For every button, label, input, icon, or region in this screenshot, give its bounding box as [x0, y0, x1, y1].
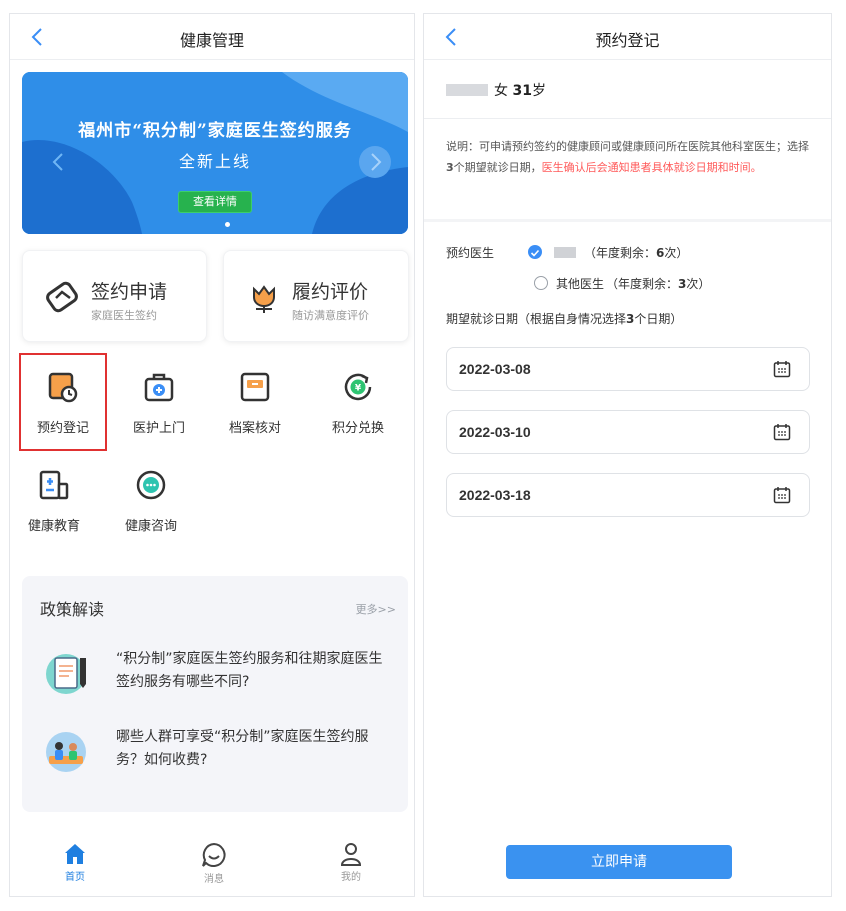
calendar-icon[interactable] — [773, 486, 791, 504]
policy-text: “积分制”家庭医生签约服务和往期家庭医生签约服务有哪些不同? — [116, 651, 383, 690]
tab-home[interactable]: 首页 — [45, 842, 105, 883]
tab-label: 首页 — [65, 872, 85, 883]
people-illustration-icon — [46, 732, 86, 772]
doctor-option-2[interactable]: 其他医生 （年度剩余：3次） — [556, 275, 710, 292]
redacted-doctor-name — [554, 247, 576, 258]
grid-item-points-exchange[interactable]: ¥ 积分兑换 — [313, 371, 403, 436]
date-value: 2022-03-08 — [459, 361, 531, 377]
note-warning: 医生确认后会通知患者具体就诊日期和时间。 — [541, 161, 762, 174]
home-icon — [65, 844, 85, 864]
policy-text: 哪些人群可享受“积分制”家庭医生签约服务？如何收费? — [116, 729, 369, 768]
page-title: 预约登记 — [595, 31, 660, 50]
grid-label: 积分兑换 — [331, 421, 384, 436]
date-value: 2022-03-10 — [459, 424, 531, 440]
quota-text: 次） — [686, 277, 711, 291]
tab-label: 我的 — [341, 872, 361, 883]
message-icon — [202, 842, 226, 867]
date-field-3[interactable]: 2022-03-18 — [446, 473, 810, 517]
banner-title: 福州市“积分制”家庭医生签约服务 — [78, 121, 352, 141]
divider — [424, 118, 831, 119]
tab-mine[interactable]: 我的 — [321, 842, 381, 883]
user-icon — [340, 843, 362, 866]
view-details-button[interactable]: 查看详情 — [178, 191, 252, 213]
points-exchange-icon: ¥ — [344, 373, 372, 401]
medical-kit-icon — [144, 373, 174, 402]
calendar-icon[interactable] — [773, 360, 791, 378]
other-doctor-label: 其他医生 — [556, 277, 605, 291]
patient-gender: 女 — [494, 83, 508, 99]
policy-section: 政策解读 更多>> “积分制”家庭医生签约服务和往期家庭医生签约服务有哪些不同?… — [22, 576, 408, 812]
radio-other-doctor[interactable] — [534, 276, 548, 290]
grid-label: 健康咨询 — [124, 519, 177, 534]
date-label-text: 期望就诊日期（根据自身情况选择 — [446, 312, 627, 326]
doctor-option-1[interactable]: （年度剩余：6次） — [554, 244, 688, 261]
card-subtitle: 家庭医生签约 — [91, 309, 157, 322]
policy-item[interactable]: “积分制”家庭医生签约服务和往期家庭医生签约服务有哪些不同? — [42, 648, 398, 698]
banner-indicator-dot — [225, 222, 230, 227]
note-count: 3 — [446, 161, 454, 174]
date-field-1[interactable]: 2022-03-08 — [446, 347, 810, 391]
highlight-box — [19, 353, 107, 451]
submit-button[interactable]: 立即申请 — [506, 845, 732, 879]
grid-label: 档案核对 — [228, 421, 281, 436]
tab-messages[interactable]: 消息 — [184, 842, 244, 885]
appointment-registration-screen: 预约登记 女 31岁 说明：可申请预约签约的健康顾问或健康顾问所在医院其他科室医… — [423, 13, 832, 897]
tab-label: 消息 — [204, 874, 224, 885]
patient-info: 女 31岁 — [446, 80, 546, 100]
document-illustration-icon — [46, 654, 86, 694]
chat-icon — [136, 470, 166, 500]
svg-text:¥: ¥ — [355, 384, 362, 394]
page-title: 健康管理 — [179, 31, 244, 50]
performance-evaluation-card[interactable]: 履约评价 随访满意度评价 — [223, 250, 409, 342]
education-book-icon — [39, 470, 69, 500]
banner-subtitle: 全新上线 — [178, 152, 251, 171]
sign-application-card[interactable]: 签约申请 家庭医生签约 — [22, 250, 207, 342]
nav-bar: 健康管理 — [10, 14, 414, 60]
archive-icon — [240, 372, 270, 402]
quota-text: 次） — [664, 246, 689, 260]
date-label-text: 个日期） — [634, 312, 683, 326]
radio-doctor-selected[interactable] — [528, 245, 542, 259]
grid-item-archive-check[interactable]: 档案核对 — [210, 371, 300, 436]
doctor-label: 预约医生 — [446, 246, 495, 260]
card-title: 履约评价 — [292, 281, 369, 303]
note-text: 说明：可申请预约签约的健康顾问或健康顾问所在医院其他科室医生；选择 — [446, 140, 809, 153]
expected-date-label: 期望就诊日期（根据自身情况选择3个日期） — [446, 310, 682, 327]
policy-item[interactable]: 哪些人群可享受“积分制”家庭医生签约服务？如何收费? — [42, 726, 398, 776]
age-unit: 岁 — [531, 83, 546, 99]
check-icon — [530, 249, 540, 257]
section-divider — [424, 219, 831, 222]
calendar-icon[interactable] — [773, 423, 791, 441]
bottom-tab-bar: 首页 消息 我的 — [10, 832, 414, 896]
date-field-2[interactable]: 2022-03-10 — [446, 410, 810, 454]
grid-item-home-care[interactable]: 医护上门 — [114, 371, 204, 436]
note-text: 个期望就诊日期， — [453, 161, 542, 174]
promo-banner[interactable]: 福州市“积分制”家庭医生签约服务 全新上线 查看详情 — [22, 72, 408, 234]
grid-label: 医护上门 — [132, 421, 185, 436]
card-title: 签约申请 — [91, 281, 168, 303]
quota-text: （年度剩余： — [606, 277, 679, 291]
grid-item-health-consult[interactable]: 健康咨询 — [106, 469, 196, 534]
flower-icon — [253, 285, 275, 313]
redacted-name — [446, 84, 488, 96]
handshake-icon — [46, 281, 78, 313]
grid-item-health-education[interactable]: 健康教育 — [10, 469, 99, 534]
date-value: 2022-03-18 — [459, 487, 531, 503]
patient-age: 31 — [512, 83, 532, 99]
instruction-note: 说明：可申请预约签约的健康顾问或健康顾问所在医院其他科室医生；选择 3个期望就诊日… — [446, 136, 816, 178]
policy-title: 政策解读 — [40, 600, 105, 619]
card-subtitle: 随访满意度评价 — [292, 309, 369, 322]
more-link[interactable]: 更多>> — [356, 601, 396, 617]
quota-text: （年度剩余： — [584, 246, 657, 260]
health-management-screen: 健康管理 福州市“积分制”家庭医生签约服务 全新上线 查看详情 签约申请 家庭医… — [9, 13, 415, 897]
grid-label: 健康教育 — [27, 519, 80, 534]
nav-bar: 预约登记 — [424, 14, 831, 60]
